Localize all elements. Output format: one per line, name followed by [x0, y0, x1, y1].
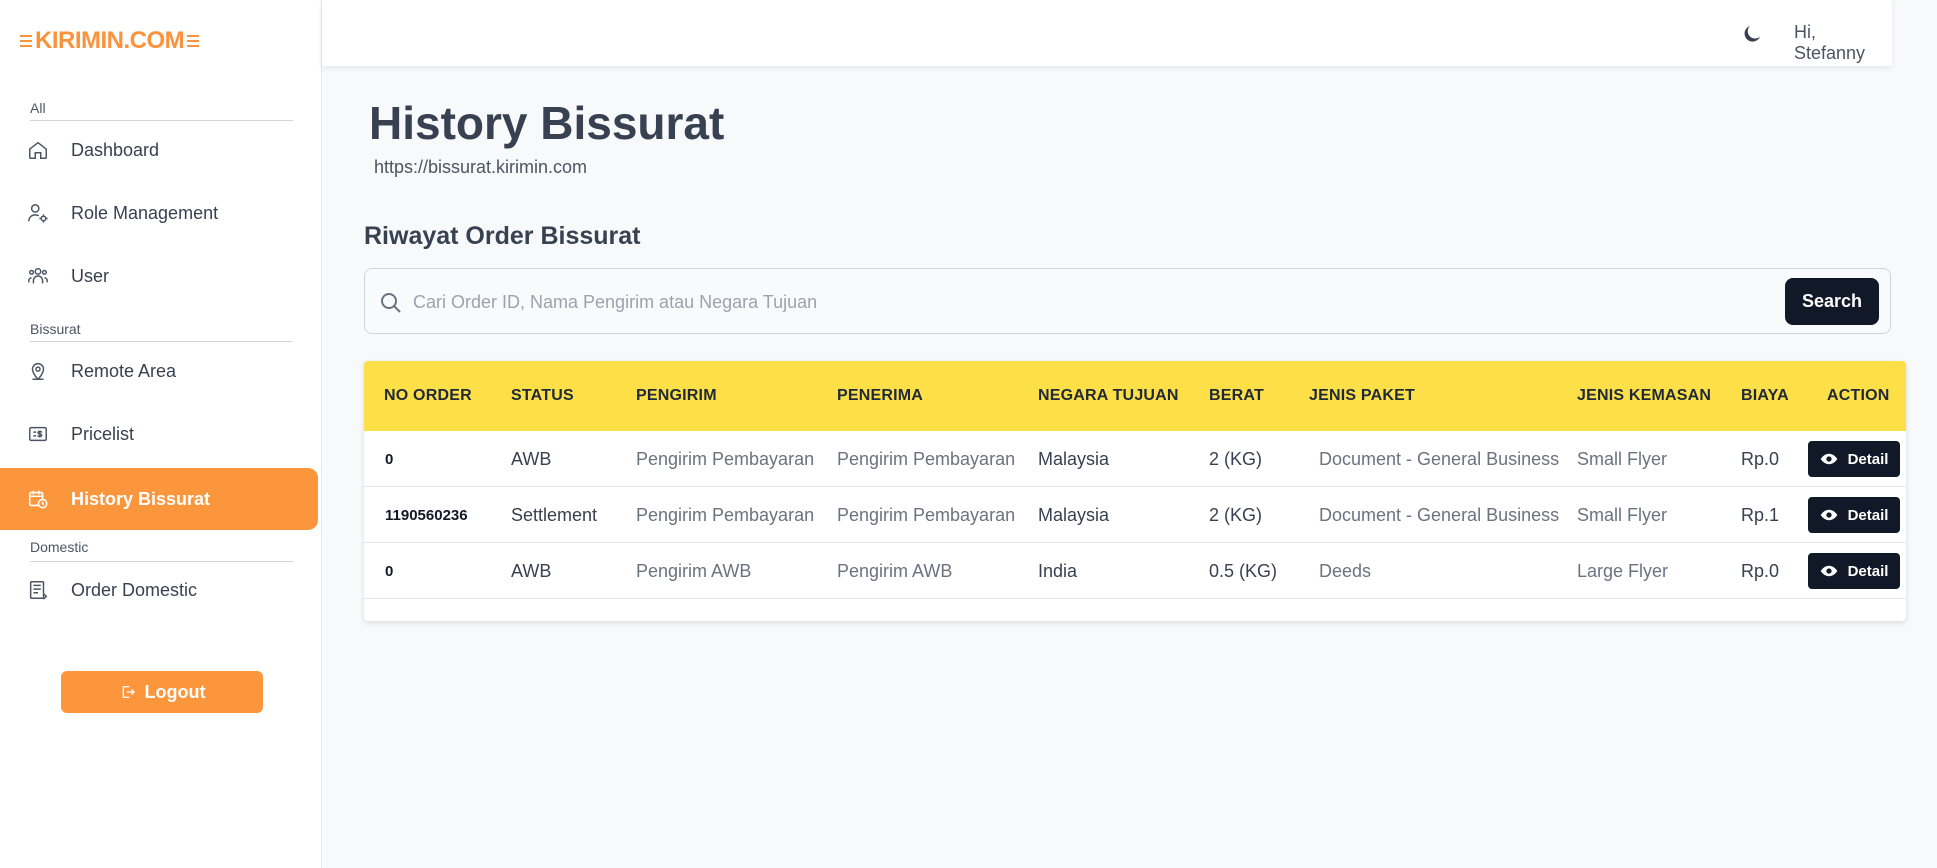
eye-icon	[1820, 506, 1838, 524]
column-header: PENGIRIM	[636, 387, 717, 404]
column-header: PENERIMA	[837, 387, 924, 404]
section-title: Riwayat Order Bissurat	[364, 222, 641, 250]
eye-icon	[1820, 450, 1838, 468]
column-header: STATUS	[511, 387, 574, 404]
table-header: NO ORDER STATUS PENGIRIM PENERIMA NEGARA…	[364, 361, 1906, 431]
logo-bars-left	[20, 35, 32, 47]
column-header: NO ORDER	[384, 387, 472, 404]
cell-penerima: Pengirim AWB	[837, 561, 953, 581]
cell-negara: India	[1038, 561, 1078, 581]
cell-status: AWB	[511, 561, 552, 581]
sidebar-item-label: History Bissurat	[71, 488, 211, 509]
sidebar-item-dashboard[interactable]: Dashboard	[0, 119, 318, 181]
page-subtitle: https://bissurat.kirimin.com	[374, 157, 588, 177]
cell-berat: 2 (KG)	[1209, 505, 1263, 525]
column-header: ACTION	[1827, 387, 1890, 404]
cell-jenis-paket: Document - General Business	[1319, 505, 1560, 525]
detail-button[interactable]: Detail	[1808, 553, 1900, 589]
cell-biaya: Rp.0	[1741, 561, 1780, 581]
moon-icon[interactable]	[1740, 22, 1764, 46]
cell-pengirim: Pengirim AWB	[636, 561, 752, 581]
table-row: 0 AWB Pengirim Pembayaran Pengirim Pemba…	[364, 431, 1906, 487]
section-label-domestic: Domestic	[30, 539, 89, 555]
sidebar: KIRIMIN.COM All Dashboard Role Managemen…	[0, 0, 322, 868]
cell-berat: 2 (KG)	[1209, 449, 1263, 469]
sidebar-item-label: Remote Area	[71, 360, 177, 381]
page-title: History Bissurat	[369, 97, 725, 149]
cell-biaya: Rp.0	[1741, 449, 1780, 469]
cell-negara: Malaysia	[1038, 505, 1110, 525]
search-bar: Search	[364, 268, 1891, 334]
column-header: NEGARA TUJUAN	[1038, 387, 1179, 404]
cell-no-order: 0	[385, 451, 394, 468]
search-input[interactable]	[413, 287, 1713, 317]
cell-jenis-paket: Deeds	[1319, 561, 1372, 581]
eye-icon	[1820, 562, 1838, 580]
logo-text: KIRIMIN.COM	[35, 27, 185, 54]
sidebar-item-label: Dashboard	[71, 139, 160, 160]
sidebar-item-pricelist[interactable]: Pricelist	[0, 403, 318, 465]
user-gear-icon	[27, 202, 49, 224]
cell-pengirim: Pengirim Pembayaran	[636, 505, 815, 525]
detail-label: Detail	[1847, 562, 1889, 580]
sidebar-item-label: Role Management	[71, 202, 219, 223]
table-row: 0 AWB Pengirim AWB Pengirim AWB India 0.…	[364, 543, 1906, 599]
sidebar-item-label: Order Domestic	[71, 579, 198, 600]
column-header: BERAT	[1209, 387, 1264, 404]
cell-berat: 0.5 (KG)	[1209, 561, 1278, 581]
cell-status: AWB	[511, 449, 552, 469]
detail-label: Detail	[1847, 450, 1889, 468]
detail-button[interactable]: Detail	[1808, 497, 1900, 533]
logout-icon	[119, 683, 137, 701]
search-button[interactable]: Search	[1785, 278, 1879, 325]
column-header: JENIS PAKET	[1309, 387, 1415, 404]
section-label-bissurat: Bissurat	[30, 321, 81, 337]
topbar: Hi, Stefanny	[322, 0, 1892, 66]
table-row: 1190560236 Settlement Pengirim Pembayara…	[364, 487, 1906, 543]
sidebar-item-user[interactable]: User	[0, 245, 318, 307]
column-header: JENIS KEMASAN	[1577, 387, 1712, 404]
cell-penerima: Pengirim Pembayaran	[837, 449, 1016, 469]
users-icon	[27, 265, 49, 287]
map-pin-icon	[27, 360, 49, 382]
order-list-icon	[27, 579, 49, 601]
logout-label: Logout	[144, 681, 206, 702]
cell-negara: Malaysia	[1038, 449, 1110, 469]
cell-jenis-kemasan: Small Flyer	[1577, 505, 1668, 525]
home-icon	[27, 139, 49, 161]
section-label-all: All	[30, 100, 46, 116]
sidebar-item-label: User	[71, 265, 110, 286]
logo-bars-right	[187, 35, 200, 47]
sidebar-item-order-domestic[interactable]: Order Domestic	[0, 559, 318, 621]
cell-no-order: 1190560236	[385, 507, 468, 524]
cell-jenis-kemasan: Small Flyer	[1577, 449, 1668, 469]
price-tag-icon	[27, 423, 49, 445]
detail-label: Detail	[1847, 506, 1889, 524]
search-icon	[379, 291, 403, 315]
logout-button[interactable]: Logout	[61, 671, 263, 713]
orders-table: NO ORDER STATUS PENGIRIM PENERIMA NEGARA…	[364, 361, 1906, 621]
kirimin-logo[interactable]: KIRIMIN.COM	[20, 26, 200, 56]
cell-jenis-paket: Document - General Business	[1319, 449, 1560, 469]
user-greeting[interactable]: Hi, Stefanny	[1794, 22, 1892, 64]
calendar-clock-icon	[27, 488, 49, 510]
cell-penerima: Pengirim Pembayaran	[837, 505, 1016, 525]
detail-button[interactable]: Detail	[1808, 441, 1900, 477]
cell-pengirim: Pengirim Pembayaran	[636, 449, 815, 469]
sidebar-item-remote-area[interactable]: Remote Area	[0, 340, 318, 402]
column-header: BIAYA	[1741, 387, 1789, 404]
cell-no-order: 0	[385, 563, 394, 580]
cell-status: Settlement	[511, 505, 598, 525]
cell-biaya: Rp.1	[1741, 505, 1780, 525]
sidebar-item-history-bissurat[interactable]: History Bissurat	[0, 468, 318, 530]
sidebar-item-role-management[interactable]: Role Management	[0, 182, 318, 244]
sidebar-item-label: Pricelist	[71, 423, 135, 444]
cell-jenis-kemasan: Large Flyer	[1577, 561, 1669, 581]
